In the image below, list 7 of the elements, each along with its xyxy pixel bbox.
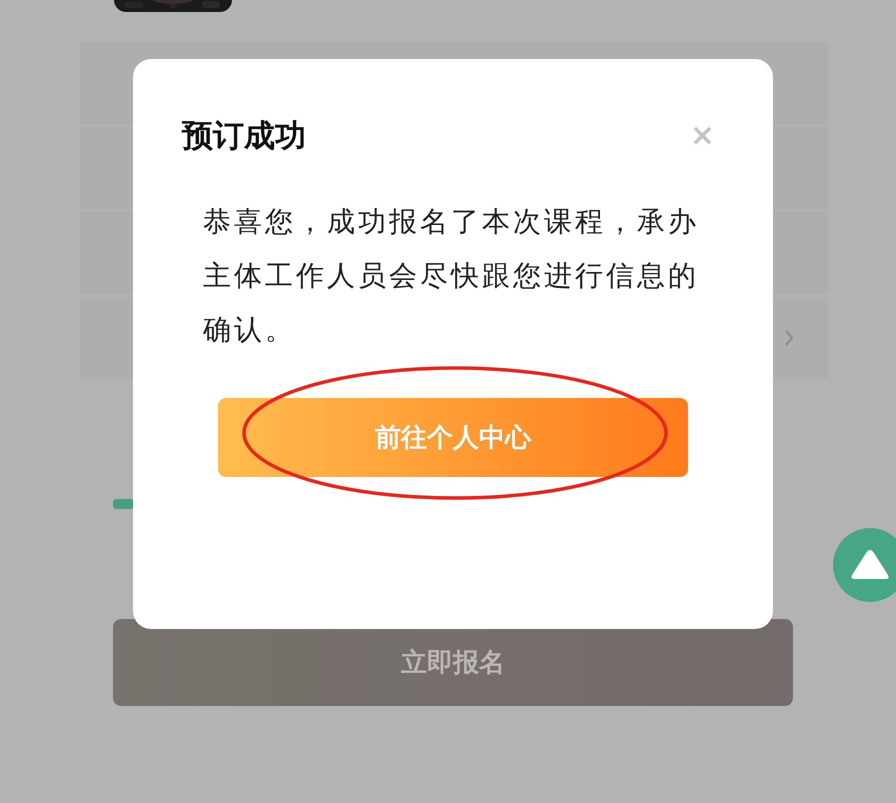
dialog-message: 恭喜您，成功报名了本次课程，承办主体工作人员会尽快跟您进行信息的确认。 — [203, 204, 700, 348]
dialog-title: 预订成功 — [182, 117, 306, 156]
close-button[interactable]: × — [690, 121, 715, 151]
heading-underline — [113, 499, 135, 509]
chevron-right-icon — [784, 329, 794, 347]
triangle-up-icon — [850, 547, 890, 581]
personal-center-button[interactable]: 前往个人中心 — [218, 398, 688, 477]
